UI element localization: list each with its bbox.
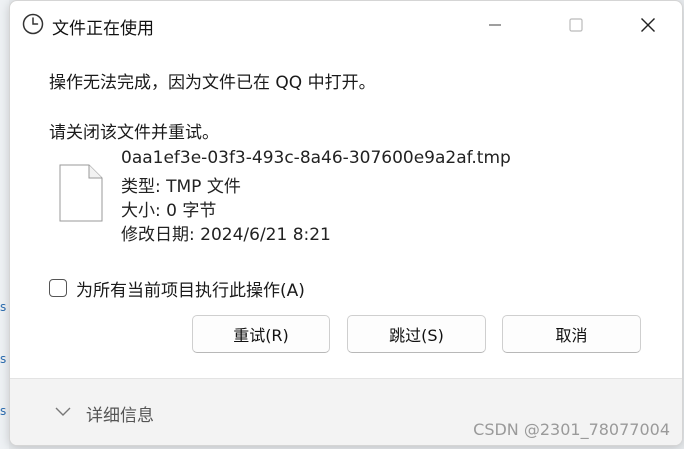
apply-to-all-option[interactable]: 为所有当前项目执行此操作(A) [49,277,305,301]
error-message: 操作无法完成，因为文件已在 QQ 中打开。 [49,73,376,93]
cancel-button[interactable]: 取消 [502,315,641,353]
apply-to-all-checkbox[interactable] [49,279,67,297]
file-icon [59,164,103,222]
title-bar[interactable]: 文件正在使用 [10,1,682,49]
skip-button[interactable]: 跳过(S) [347,315,486,353]
apply-to-all-label: 为所有当前项目执行此操作(A) [76,280,305,301]
file-size: 大小: 0 字节 [121,201,217,221]
instruction-message: 请关闭该文件并重试。 [49,123,219,143]
edge-fragment: s [0,352,7,366]
file-modified-date: 修改日期: 2024/6/21 8:21 [121,225,331,245]
close-icon [641,18,655,32]
close-button[interactable] [634,11,662,39]
clock-icon [22,13,44,35]
file-name: 0aa1ef3e-03f3-493c-8a46-307600e9a2af.tmp [121,148,511,168]
minimize-button[interactable] [481,11,509,39]
file-in-use-dialog: 文件正在使用 操作无法完成，因为文件已在 QQ 中打开。 请关闭该文件并重试。 … [9,0,683,446]
maximize-icon [569,18,583,32]
details-toggle[interactable]: 详细信息 [86,401,154,426]
file-type: 类型: TMP 文件 [121,177,241,197]
minimize-icon [489,24,501,26]
retry-button[interactable]: 重试(R) [192,315,330,353]
chevron-down-icon[interactable] [54,406,72,418]
watermark: CSDN @2301_78077004 [473,420,670,439]
maximize-button[interactable] [562,11,590,39]
edge-fragment: s [0,300,7,314]
edge-fragment: s [0,404,7,418]
background-window-edge: s s s [0,0,9,449]
window-title: 文件正在使用 [52,19,154,39]
